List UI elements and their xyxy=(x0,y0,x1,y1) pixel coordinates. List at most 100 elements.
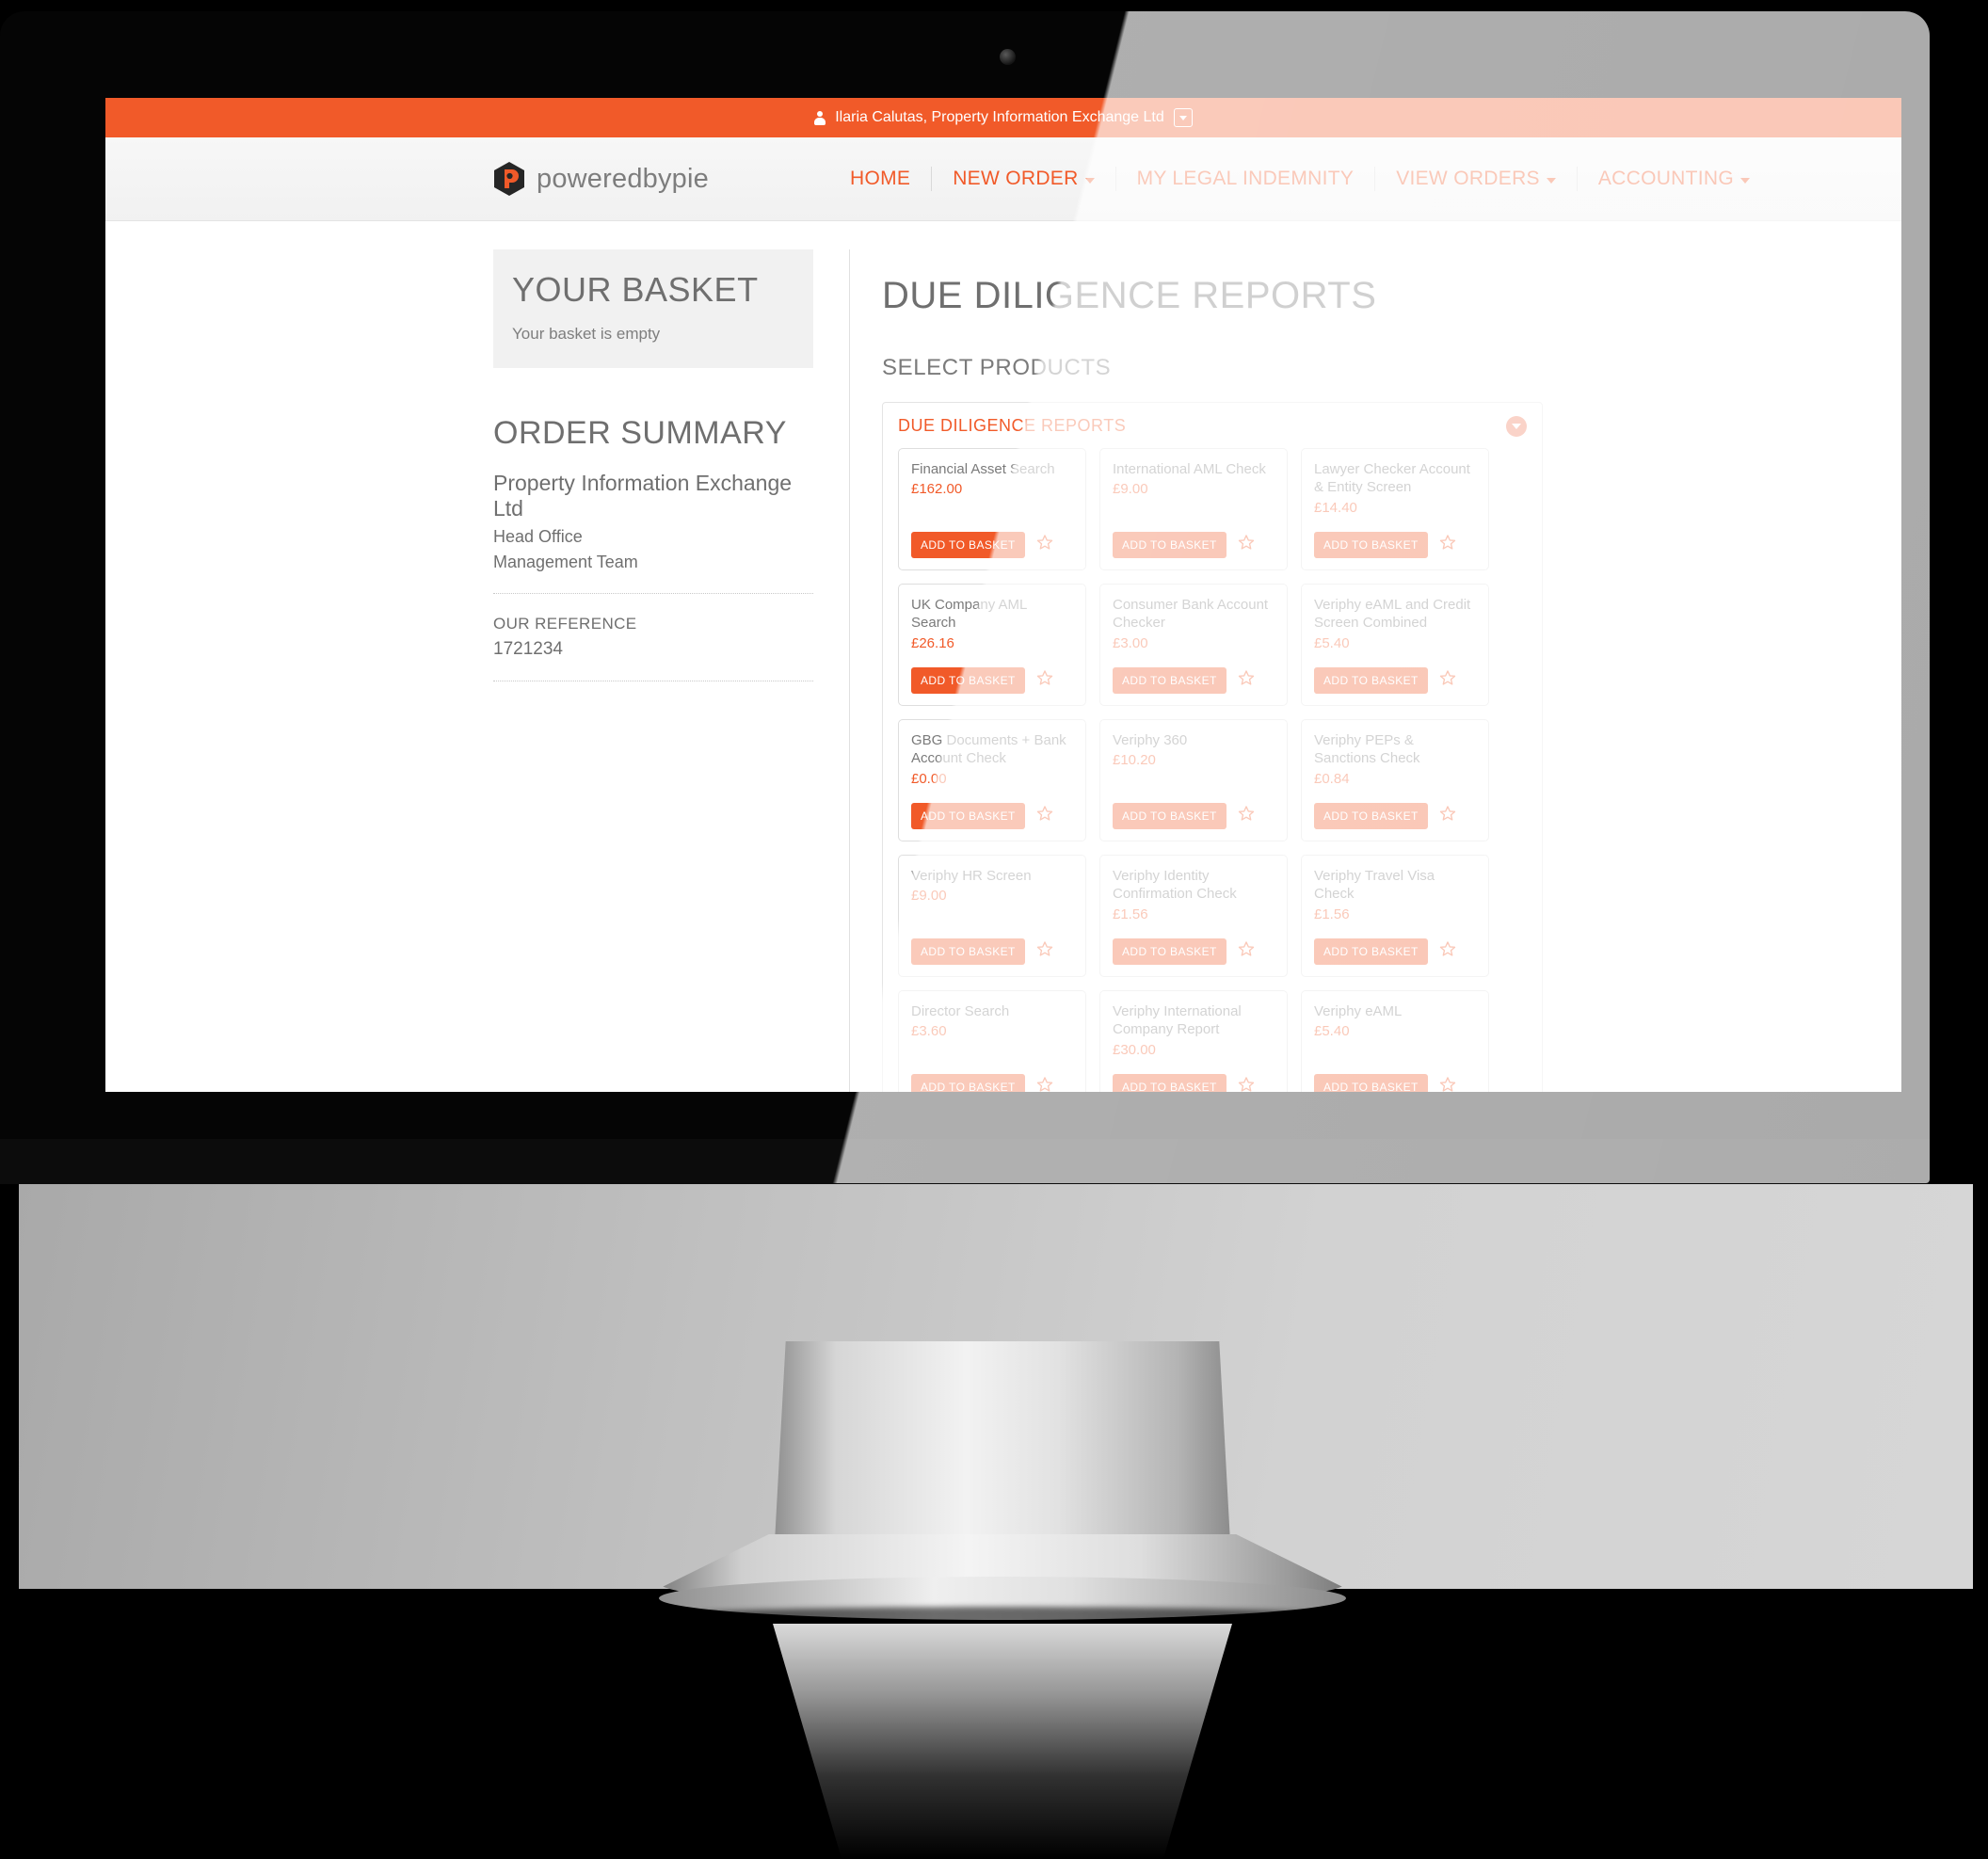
product-price: £162.00 xyxy=(911,481,963,498)
chevron-down-circle-icon[interactable] xyxy=(1506,415,1527,437)
panel-title: DUE DILIGENCE REPORTS xyxy=(898,416,1127,436)
star-outline-icon[interactable] xyxy=(1439,534,1456,555)
product-card[interactable]: Veriphy eAML and Credit Screen Combined £… xyxy=(1301,583,1489,706)
product-price: £9.00 xyxy=(911,888,947,905)
product-price: £9.00 xyxy=(1113,481,1148,498)
product-card[interactable]: Veriphy Identity Confirmation Check £1.56… xyxy=(1099,854,1288,977)
add-to-basket-button[interactable]: ADD TO BASKET xyxy=(911,1073,1025,1092)
star-outline-icon[interactable] xyxy=(1238,1076,1255,1092)
select-products-subtitle: SELECT PRODUCTS xyxy=(882,354,1112,380)
product-price: £3.00 xyxy=(1113,634,1148,651)
star-outline-icon[interactable] xyxy=(1036,805,1053,826)
add-to-basket-button[interactable]: ADD TO BASKET xyxy=(1113,938,1226,965)
browser-screen: Ilaria Calutas, Property Information Exc… xyxy=(105,98,1901,1092)
product-title: Veriphy PEPs & Sanctions Check xyxy=(1314,731,1420,767)
add-to-basket-button[interactable]: ADD TO BASKET xyxy=(911,938,1025,965)
product-card[interactable]: Consumer Bank Account Checker £3.00 ADD TO… xyxy=(1099,583,1288,706)
nav-label: HOME xyxy=(849,168,911,189)
product-title: Veriphy International Company Report xyxy=(1113,1002,1242,1038)
add-to-basket-button[interactable]: ADD TO BASKET xyxy=(1314,938,1428,965)
product-title: Veriphy Travel Visa Check xyxy=(1314,867,1435,903)
product-card[interactable]: Financial Asset Search £162.00 ADD TO BASK… xyxy=(898,447,1086,570)
monitor-chin xyxy=(0,1139,1930,1184)
our-reference-value: 1721234 xyxy=(493,639,563,659)
nav-item-my-legal-indemnity[interactable]: MY LEGAL INDEMNITY xyxy=(1116,168,1375,190)
product-price: £26.16 xyxy=(911,634,954,651)
star-outline-icon[interactable] xyxy=(1036,669,1053,691)
product-card[interactable]: International AML Check £9.00 ADD TO BASKE… xyxy=(1099,447,1288,570)
star-outline-icon[interactable] xyxy=(1238,805,1255,826)
product-card[interactable]: Veriphy Travel Visa Check £1.56 ADD TO BAS… xyxy=(1301,854,1489,977)
product-title: Director Search xyxy=(911,1002,1010,1019)
basket-empty-message: Your basket is empty xyxy=(512,325,661,343)
webcam-icon xyxy=(1000,49,1016,65)
order-summary-team: Management Team xyxy=(493,553,638,571)
nav-item-new-order[interactable]: NEW ORDER xyxy=(932,168,1114,190)
add-to-basket-button[interactable]: ADD TO BASKET xyxy=(1113,1073,1226,1092)
order-summary-company: Property Information Exchange Ltd xyxy=(493,471,793,521)
add-to-basket-button[interactable]: ADD TO BASKET xyxy=(1113,531,1226,558)
product-title: Lawyer Checker Account & Entity Screen xyxy=(1314,460,1470,496)
product-card[interactable]: UK Company AML Search £26.16 ADD TO BASKET xyxy=(898,583,1086,706)
add-to-basket-button[interactable]: ADD TO BASKET xyxy=(911,802,1025,829)
product-price: £30.00 xyxy=(1113,1041,1156,1058)
star-outline-icon[interactable] xyxy=(1036,534,1053,555)
star-outline-icon[interactable] xyxy=(1439,805,1456,826)
product-title: UK Company AML Search xyxy=(911,596,1027,632)
add-to-basket-button[interactable]: ADD TO BASKET xyxy=(1113,666,1226,694)
product-card[interactable]: Lawyer Checker Account & Entity Screen £1… xyxy=(1301,447,1489,570)
star-outline-icon[interactable] xyxy=(1439,669,1456,691)
user-account-bar: Ilaria Calutas, Property Information Exc… xyxy=(105,98,1901,137)
star-outline-icon[interactable] xyxy=(1238,940,1255,962)
basket-panel: YOUR BASKET Your basket is empty xyxy=(493,249,813,368)
product-card[interactable]: Director Search £3.60 ADD TO BASKET xyxy=(898,989,1086,1092)
star-outline-icon[interactable] xyxy=(1036,940,1053,962)
nav-label: ACCOUNTING xyxy=(1597,168,1735,189)
add-to-basket-button[interactable]: ADD TO BASKET xyxy=(1314,531,1428,558)
add-to-basket-button[interactable]: ADD TO BASKET xyxy=(1314,802,1428,829)
product-title: Veriphy Identity Confirmation Check xyxy=(1113,867,1237,903)
product-card[interactable]: Veriphy International Company Report £30.… xyxy=(1099,989,1288,1092)
nav-item-home[interactable]: HOME xyxy=(829,168,931,190)
product-title: Veriphy 360 xyxy=(1113,731,1188,748)
star-outline-icon[interactable] xyxy=(1238,669,1255,691)
product-card[interactable]: Veriphy PEPs & Sanctions Check £0.84 ADD T… xyxy=(1301,718,1489,841)
order-sidebar: YOUR BASKET Your basket is empty ORDER S… xyxy=(493,221,813,1092)
star-outline-icon[interactable] xyxy=(1238,534,1255,555)
chevron-down-icon xyxy=(1084,178,1095,184)
product-price: £5.40 xyxy=(1314,1023,1350,1040)
star-outline-icon[interactable] xyxy=(1036,1076,1053,1092)
brand-logo[interactable]: poweredbypie xyxy=(493,161,709,197)
product-card[interactable]: Veriphy 360 £10.20 ADD TO BASKET xyxy=(1099,718,1288,841)
product-title: GBG Documents + Bank Account Check xyxy=(911,731,1066,767)
nav-label: VIEW ORDERS xyxy=(1396,168,1540,189)
page-body: YOUR BASKET Your basket is empty ORDER S… xyxy=(105,221,1901,1092)
nav-item-view-orders[interactable]: VIEW ORDERS xyxy=(1375,168,1577,190)
product-title: Consumer Bank Account Checker xyxy=(1113,596,1269,632)
chevron-down-icon xyxy=(1740,178,1751,184)
product-card[interactable]: GBG Documents + Bank Account Check £0.00 A… xyxy=(898,718,1086,841)
product-price: £14.40 xyxy=(1314,499,1357,516)
star-outline-icon[interactable] xyxy=(1439,940,1456,962)
product-title: Financial Asset Search xyxy=(911,460,1055,477)
page-title: DUE DILIGENCE REPORTS xyxy=(882,274,1377,316)
add-to-basket-button[interactable]: ADD TO BASKET xyxy=(911,531,1025,558)
stand-shadow xyxy=(665,1607,1340,1626)
product-price: £10.20 xyxy=(1113,752,1156,769)
add-to-basket-button[interactable]: ADD TO BASKET xyxy=(911,666,1025,694)
nav-item-accounting[interactable]: ACCOUNTING xyxy=(1578,168,1771,190)
product-card[interactable]: Veriphy eAML £5.40 ADD TO BASKET xyxy=(1301,989,1489,1092)
product-price: £1.56 xyxy=(1113,905,1148,922)
add-to-basket-button[interactable]: ADD TO BASKET xyxy=(1113,802,1226,829)
main-navbar: poweredbypie HOME NEW ORDER MY LEGAL IND… xyxy=(105,137,1901,221)
add-to-basket-button[interactable]: ADD TO BASKET xyxy=(1314,1073,1428,1092)
add-to-basket-button[interactable]: ADD TO BASKET xyxy=(1314,666,1428,694)
panel-header[interactable]: DUE DILIGENCE REPORTS xyxy=(883,403,1542,448)
product-card[interactable]: Veriphy HR Screen £9.00 ADD TO BASKET xyxy=(898,854,1086,977)
poweredbypie-hexagon-logo-icon xyxy=(493,161,525,197)
star-outline-icon[interactable] xyxy=(1439,1076,1456,1092)
product-price: £1.56 xyxy=(1314,905,1350,922)
product-title: Veriphy eAML xyxy=(1314,1002,1403,1019)
caret-down-box-icon[interactable] xyxy=(1173,108,1193,127)
user-account-label: Ilaria Calutas, Property Information Exc… xyxy=(835,109,1164,125)
